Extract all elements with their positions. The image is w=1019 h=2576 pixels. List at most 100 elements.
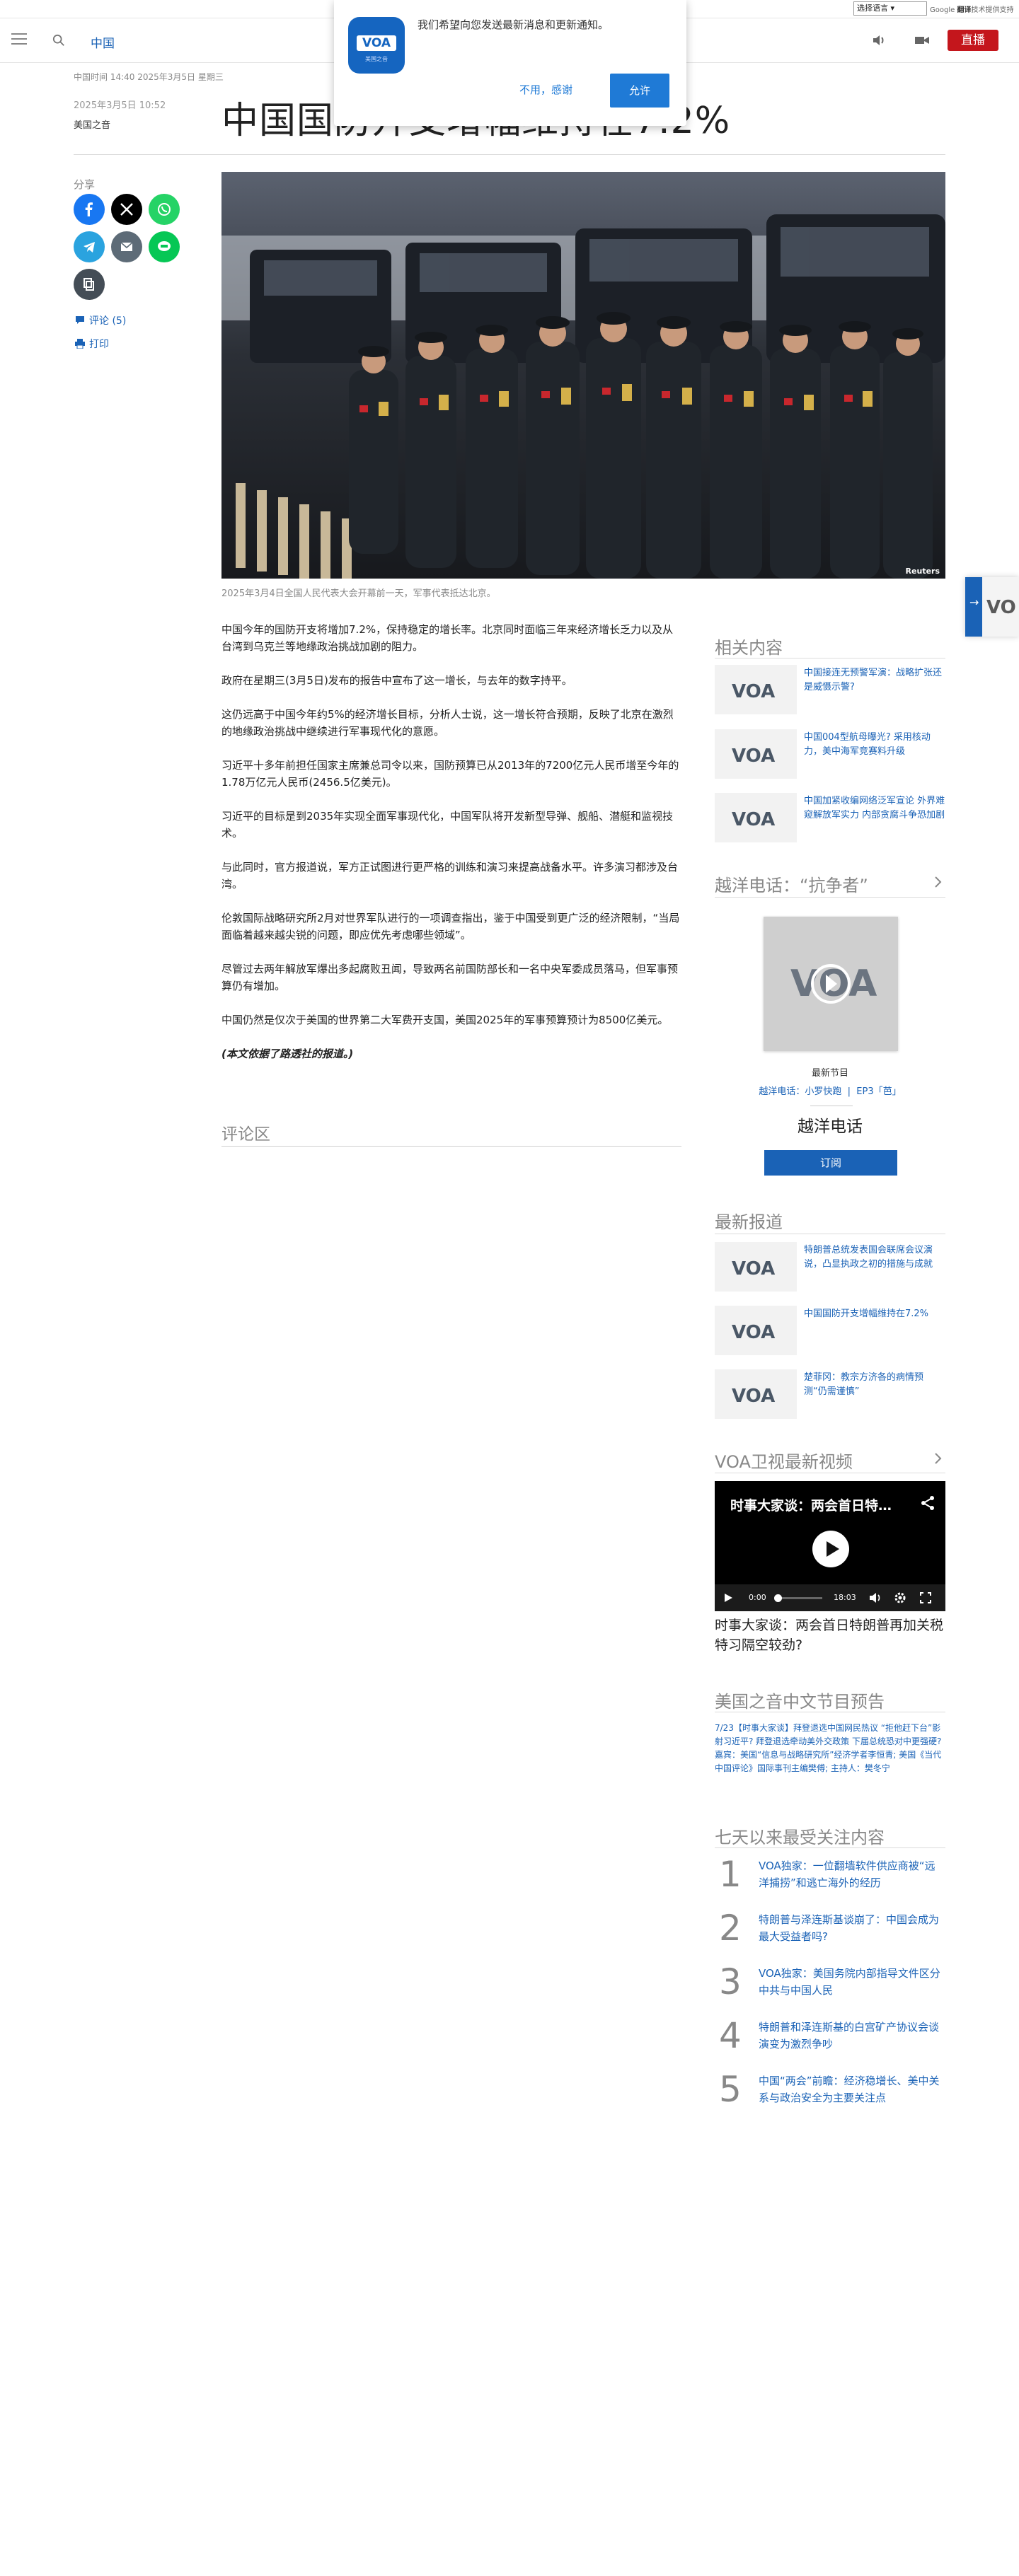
- google-logo-text: Google: [930, 6, 955, 14]
- print-icon: [75, 339, 85, 349]
- copy-icon: [84, 278, 94, 291]
- video-caption[interactable]: 时事大家谈：两会首日特朗普再加关税 特习隔空较劲?: [715, 1615, 945, 1655]
- google-translate-credit: Google 翻译技术提供支持: [930, 4, 1013, 14]
- svg-text:VOA: VOA: [732, 1322, 775, 1341]
- schedule-text[interactable]: 7/23【时事大家谈】拜登退选中国网民热议 “拒他赶下台”影射习近平? 拜登退选…: [715, 1722, 945, 1775]
- program-title[interactable]: 越洋电话：“抗争者”: [715, 871, 868, 896]
- translate-label: 翻译: [957, 6, 972, 14]
- article-paragraph: 与此同时，官方报道说，军方正试图进行更严格的训练和演习来提高战备水平。许多演习都…: [221, 861, 679, 890]
- line-icon: [158, 241, 171, 251]
- latest-item[interactable]: VOA 楚菲冈：教宗方济各的病情预测“仍需谨慎”: [715, 1369, 945, 1426]
- chevron-right-icon[interactable]: [934, 1452, 943, 1465]
- program-episode-show: 越洋电话：小罗快跑: [759, 1086, 842, 1097]
- search-icon[interactable]: [52, 34, 65, 47]
- x-share-button[interactable]: [111, 194, 142, 225]
- video-current-time: 0:00: [749, 1593, 766, 1602]
- comments-link[interactable]: 评论 (5): [75, 313, 126, 327]
- line-share-button[interactable]: [149, 231, 180, 262]
- copy-link-button[interactable]: [74, 269, 105, 300]
- voa-placeholder-thumbnail: VOA: [715, 1242, 797, 1292]
- chevron-right-icon[interactable]: [934, 876, 943, 888]
- telegram-share-button[interactable]: [74, 231, 105, 262]
- voa-logo-text: VOA: [357, 35, 396, 51]
- header-divider: [74, 154, 945, 155]
- floating-side-tab[interactable]: → VO: [965, 577, 1019, 637]
- settings-gear-icon[interactable]: [894, 1592, 906, 1603]
- soldiers-illustration: [221, 172, 945, 579]
- telegram-icon: [84, 242, 95, 253]
- image-caption: 2025年3月4日全国人民代表大会开幕前一天，军事代表抵达北京。: [221, 588, 496, 599]
- email-share-button[interactable]: [111, 231, 142, 262]
- popular-title-text: VOA独家：美国务院内部指导文件区分中共与中国人民: [759, 1967, 940, 1997]
- section-link-china[interactable]: 中国: [91, 33, 115, 51]
- svg-text:VOA: VOA: [732, 809, 775, 828]
- video-icon[interactable]: [914, 33, 930, 47]
- share-icon[interactable]: [920, 1495, 935, 1511]
- play-icon[interactable]: [723, 1593, 733, 1603]
- voa-logo-icon: VOA: [732, 1322, 775, 1341]
- voa-placeholder-thumbnail: VOA: [715, 729, 797, 779]
- arrow-right-icon: →: [969, 596, 979, 609]
- video-section-title[interactable]: VOA卫视最新视频: [715, 1448, 853, 1473]
- live-button[interactable]: 直播: [948, 30, 998, 51]
- video-duration: 18:03: [834, 1593, 856, 1602]
- popular-title: 七天以来最受关注内容: [715, 1828, 885, 1847]
- related-title: 相关内容: [715, 638, 783, 658]
- popular-rank: 3: [719, 1961, 742, 2002]
- latest-item-title: 中国国防开支增幅维持在7.2%: [804, 1309, 929, 1319]
- notification-message: 我们希望向您发送最新消息和更新通知。: [418, 18, 609, 31]
- language-select[interactable]: 选择语言 ▾: [853, 1, 927, 16]
- print-link[interactable]: 打印: [75, 337, 109, 351]
- article-paragraph: 中国今年的国防开支将增加7.2%，保持稳定的增长率。北京同时面临三年来经济增长乏…: [221, 623, 674, 653]
- article-paragraph: 习近平的目标是到2035年实现全面军事现代化，中国军队将开发新型导弹、舰船、潜艇…: [221, 810, 674, 840]
- hero-image: Reuters: [221, 172, 945, 579]
- allow-button[interactable]: 允许: [610, 74, 669, 108]
- video-player[interactable]: 时事大家谈：两会首日特… 0:00 18:03: [715, 1481, 945, 1611]
- program-divider: [715, 897, 945, 898]
- fullscreen-icon[interactable]: [920, 1592, 931, 1603]
- svg-text:VOA: VOA: [732, 1258, 775, 1277]
- whatsapp-share-button[interactable]: [149, 194, 180, 225]
- language-select-value: 选择语言: [857, 4, 888, 13]
- popular-item[interactable]: 5 中国“两会”前瞻：经济稳增长、美中关系与政治安全为主要关注点: [715, 2070, 945, 2119]
- svg-text:VOA: VOA: [732, 745, 775, 765]
- video-controls: 0:00 18:03: [715, 1584, 945, 1611]
- article-paragraph: 尽管过去两年解放军爆出多起腐败丑闻，导致两名前国防部长和一名中央军委成员落马，但…: [221, 963, 679, 992]
- related-item[interactable]: VOA 中国加紧收编网络泛军宣论 外界难窥解放军实力 内部贪腐斗争恐加剧: [715, 793, 945, 849]
- svg-text:VOA: VOA: [732, 1386, 775, 1405]
- x-icon: [120, 203, 133, 216]
- latest-item[interactable]: VOA 中国国防开支增幅维持在7.2%: [715, 1306, 945, 1362]
- voa-placeholder-thumbnail: VOA: [715, 793, 797, 842]
- program-episode[interactable]: 越洋电话：小罗快跑 | EP3「芭」: [715, 1084, 945, 1097]
- facebook-share-button[interactable]: [74, 194, 105, 225]
- latest-title: 最新报道: [715, 1212, 783, 1232]
- voa-app-logo: VOA 美国之音: [348, 17, 405, 74]
- popular-item[interactable]: 3 VOA独家：美国务院内部指导文件区分中共与中国人民: [715, 1962, 945, 2012]
- voa-logo-icon: VOA: [790, 963, 877, 1005]
- article-paragraph: 这仍远高于中国今年约5%的经济增长目标，分析人士说，这一增长符合预期，反映了北京…: [221, 708, 674, 738]
- share-label: 分享: [74, 178, 96, 191]
- popular-rank: 4: [719, 2015, 742, 2056]
- comment-icon: [75, 315, 85, 325]
- play-button-large[interactable]: [812, 1531, 849, 1567]
- video-progress-handle[interactable]: [774, 1594, 782, 1602]
- popular-item[interactable]: 4 特朗普和泽连斯基的白宫矿产协议会谈演变为激烈争吵: [715, 2016, 945, 2065]
- hamburger-menu-icon[interactable]: [11, 33, 27, 47]
- notification-permission-dialog: VOA 美国之音 我们希望向您发送最新消息和更新通知。 不用，感谢 允许: [334, 0, 686, 126]
- audio-icon[interactable]: [872, 33, 886, 47]
- voa-logo-icon: VOA: [732, 1386, 775, 1405]
- decline-button[interactable]: 不用，感谢: [519, 82, 572, 97]
- related-item[interactable]: VOA 中国接连无预警军演：战略扩张还是威慑示警?: [715, 665, 945, 721]
- popular-item[interactable]: 1 VOA独家：一位翻墙软件供应商被“远洋捕捞”和逃亡海外的经历: [715, 1855, 945, 1904]
- program-cover[interactable]: VOA: [764, 917, 898, 1051]
- latest-item[interactable]: VOA 特朗普总统发表国会联席会议演说，凸显执政之初的措施与成就: [715, 1242, 945, 1299]
- volume-icon[interactable]: [869, 1592, 882, 1603]
- video-progress-track[interactable]: [774, 1594, 822, 1602]
- byline: 美国之音: [74, 120, 111, 131]
- popular-title-text: 中国“两会”前瞻：经济稳增长、美中关系与政治安全为主要关注点: [759, 2075, 940, 2104]
- subscribe-button[interactable]: 订阅: [764, 1150, 897, 1176]
- program-episode-number: EP3「芭」: [856, 1086, 902, 1097]
- related-item[interactable]: VOA 中国004型航母曝光? 采用核动力，美中海军竞赛料升级: [715, 729, 945, 786]
- popular-item[interactable]: 2 特朗普与泽连斯基谈崩了：中国会成为最大受益者吗?: [715, 1908, 945, 1958]
- comments-count: 评论 (5): [89, 315, 127, 327]
